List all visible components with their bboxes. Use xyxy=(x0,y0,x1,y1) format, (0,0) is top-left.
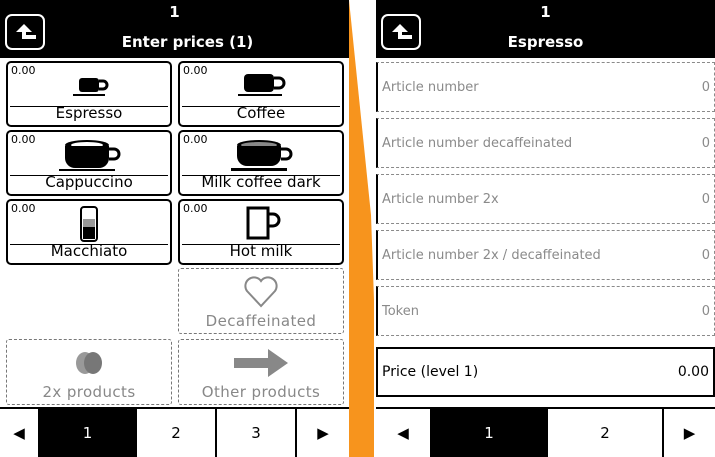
article-number-2x-row[interactable]: Article number 2x 0 xyxy=(376,174,715,224)
row-label: Article number decaffeinated xyxy=(382,135,573,151)
enter-prices-screen: 1 Enter prices (1) 0.00 Espresso 0.00 Co… xyxy=(0,0,349,457)
header-number: 1 xyxy=(169,3,180,21)
double-products-button[interactable]: 2x products xyxy=(6,339,172,405)
article-number-row[interactable]: Article number 0 xyxy=(376,62,715,112)
page-title: Espresso xyxy=(507,33,584,51)
row-label: Article number 2x / decaffeinated xyxy=(382,247,601,263)
header-number: 1 xyxy=(540,3,551,21)
header-bar: 1 Espresso xyxy=(376,0,715,58)
right-arrow-icon xyxy=(179,345,343,381)
article-number-2x-decaffeinated-row[interactable]: Article number 2x / decaffeinated 0 xyxy=(376,230,715,280)
token-row[interactable]: Token 0 xyxy=(376,286,715,336)
coffee-cup-icon xyxy=(180,68,342,104)
next-page-button[interactable]: ▶ xyxy=(664,409,715,457)
page-2-button[interactable]: 2 xyxy=(548,409,664,457)
product-label: Hot milk xyxy=(229,242,293,260)
macchiato-glass-icon xyxy=(8,206,170,242)
next-page-button[interactable]: ▶ xyxy=(297,409,349,457)
product-espresso[interactable]: 0.00 Espresso xyxy=(6,61,172,127)
price-level-1-row[interactable]: Price (level 1) 0.00 xyxy=(376,347,715,397)
page-3-button[interactable]: 3 xyxy=(217,409,297,457)
double-products-label: 2x products xyxy=(42,383,136,401)
row-value: 0 xyxy=(701,79,710,95)
espresso-detail-screen: 1 Espresso Article number 0 Article numb… xyxy=(376,0,715,457)
cappuccino-cup-icon xyxy=(8,137,170,173)
heart-icon xyxy=(179,274,343,310)
page-1-button[interactable]: 1 xyxy=(432,409,548,457)
pager: ◀ 1 2 3 ▶ xyxy=(0,407,349,457)
page-2-button[interactable]: 2 xyxy=(137,409,217,457)
product-label: Macchiato xyxy=(50,242,128,260)
decaffeinated-button[interactable]: Decaffeinated xyxy=(178,268,344,334)
row-value: 0 xyxy=(701,303,710,319)
espresso-cup-icon xyxy=(8,68,170,104)
row-label: Article number xyxy=(382,79,479,95)
product-label: Coffee xyxy=(236,104,286,122)
row-label: Article number 2x xyxy=(382,191,499,207)
page-title: Enter prices (1) xyxy=(121,33,254,51)
product-label: Cappuccino xyxy=(45,173,133,191)
decaffeinated-label: Decaffeinated xyxy=(205,312,317,330)
header-bar: 1 Enter prices (1) xyxy=(0,0,349,58)
product-hot-milk[interactable]: 0.00 Hot milk xyxy=(178,199,344,265)
row-label: Price (level 1) xyxy=(382,364,479,380)
row-label: Token xyxy=(382,303,419,319)
screens-stage: 1 Enter prices (1) 0.00 Espresso 0.00 Co… xyxy=(0,0,715,457)
other-products-label: Other products xyxy=(201,383,321,401)
row-value: 0 xyxy=(701,247,710,263)
article-number-decaffeinated-row[interactable]: Article number decaffeinated 0 xyxy=(376,118,715,168)
milk-coffee-dark-cup-icon xyxy=(180,137,342,173)
prev-page-button[interactable]: ◀ xyxy=(0,409,40,457)
product-coffee[interactable]: 0.00 Coffee xyxy=(178,61,344,127)
double-beans-icon xyxy=(7,345,171,381)
product-cappuccino[interactable]: 0.00 Cappuccino xyxy=(6,130,172,196)
product-macchiato[interactable]: 0.00 Macchiato xyxy=(6,199,172,265)
hot-milk-mug-icon xyxy=(180,206,342,242)
row-value: 0 xyxy=(701,191,710,207)
row-value: 0 xyxy=(701,135,710,151)
other-products-button[interactable]: Other products xyxy=(178,339,344,405)
product-label: Espresso xyxy=(55,104,123,122)
product-label: Milk coffee dark xyxy=(201,173,321,191)
row-value: 0.00 xyxy=(677,364,709,380)
page-1-button[interactable]: 1 xyxy=(40,409,137,457)
prev-page-button[interactable]: ◀ xyxy=(376,409,432,457)
pager: ◀ 1 2 ▶ xyxy=(376,407,715,457)
product-milk-coffee-dark[interactable]: 0.00 Milk coffee dark xyxy=(178,130,344,196)
